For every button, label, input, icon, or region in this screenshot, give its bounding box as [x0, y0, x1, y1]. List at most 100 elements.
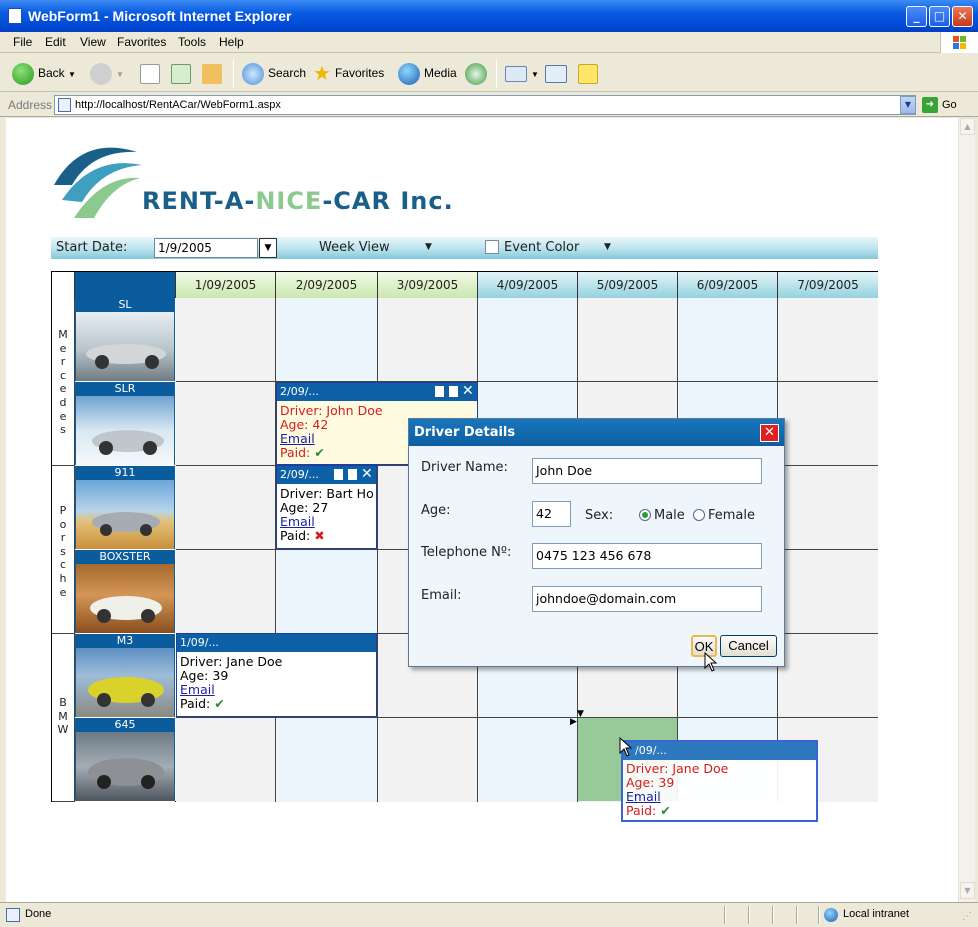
start-date-input[interactable]: 1/9/2005 — [154, 238, 258, 258]
car-name: SLR — [114, 382, 136, 395]
date-header: 7/09/2005 — [778, 272, 878, 298]
day-cell[interactable] — [276, 550, 378, 634]
media-button[interactable]: Media — [398, 61, 457, 85]
day-cell[interactable] — [378, 298, 478, 382]
windows-logo-icon — [940, 32, 978, 53]
minimize-button[interactable]: _ — [906, 6, 927, 27]
history-icon — [465, 62, 487, 85]
telephone-field[interactable]: 0475 123 456 678 — [532, 543, 762, 569]
menu-edit[interactable]: Edit — [45, 35, 66, 49]
address-input[interactable]: http://localhost/RentACar/WebForm1.aspx — [54, 95, 916, 115]
event-note-icon[interactable] — [347, 468, 358, 481]
logo-swoosh-icon — [54, 147, 142, 218]
close-button[interactable]: ✕ — [952, 6, 973, 27]
menu-favorites[interactable]: Favorites — [117, 35, 166, 49]
mail-button[interactable]: ▼ — [505, 61, 539, 85]
menu-view[interactable]: View — [80, 35, 106, 49]
day-cell[interactable] — [478, 718, 578, 802]
scroll-up-arrow-icon[interactable]: ▲ — [960, 118, 975, 135]
event-header[interactable]: 1/09/... — [177, 634, 376, 652]
event-delete-icon[interactable]: ✕ — [361, 467, 374, 481]
history-button[interactable] — [465, 61, 491, 85]
favorites-label: Favorites — [334, 66, 385, 80]
checkmark-icon: ✔ — [660, 803, 671, 818]
menu-file[interactable]: File — [13, 35, 32, 49]
event-header[interactable]: 2/09/... ✕ — [277, 466, 376, 484]
menu-help[interactable]: Help — [219, 35, 244, 49]
resize-grip-icon[interactable]: ⋰ — [962, 911, 972, 922]
checkmark-icon: ✔ — [214, 696, 225, 711]
day-cell[interactable] — [778, 550, 878, 634]
event-header: /09/... — [623, 742, 816, 760]
forward-button[interactable]: ▼ — [90, 61, 124, 85]
day-cell[interactable] — [678, 298, 778, 382]
age-field[interactable]: 42 — [532, 501, 571, 527]
day-cell[interactable] — [176, 466, 276, 550]
day-cell[interactable] — [778, 466, 878, 550]
search-button[interactable]: Search — [242, 61, 306, 85]
event-card-m3[interactable]: 1/09/... Driver: Jane Doe Age: 39 Email … — [176, 633, 377, 717]
home-button[interactable] — [202, 61, 226, 85]
scroll-down-arrow-icon[interactable]: ▼ — [960, 882, 975, 899]
car-photo-645 — [76, 732, 174, 801]
event-header[interactable]: 2/09/... ✕ — [277, 383, 477, 401]
stop-button[interactable] — [140, 61, 164, 85]
event-email-link[interactable]: Email — [180, 682, 215, 697]
car-row-645: 645 — [75, 718, 175, 802]
event-actions: ✕ — [431, 384, 475, 401]
status-divider — [818, 906, 820, 924]
dragging-event-card[interactable]: /09/... Driver: Jane Doe Age: 39 Email P… — [621, 740, 818, 822]
messenger-button[interactable] — [578, 61, 602, 85]
maximize-button[interactable]: □ — [929, 6, 950, 27]
view-mode-dropdown-icon[interactable]: ▼ — [425, 242, 432, 252]
event-color-checkbox[interactable] — [485, 240, 499, 254]
event-card-911[interactable]: 2/09/... ✕ Driver: Bart Ho Age: 27 Email… — [276, 465, 377, 549]
email-field[interactable]: johndoe@domain.com — [532, 586, 762, 612]
day-cell[interactable] — [378, 718, 478, 802]
event-note-icon[interactable] — [448, 385, 459, 398]
vertical-scrollbar[interactable]: ▲ ▼ — [958, 118, 975, 902]
day-cell[interactable] — [778, 634, 878, 718]
date-header: 3/09/2005 — [378, 272, 478, 298]
day-cell[interactable] — [276, 298, 378, 382]
driver-name-field[interactable]: John Doe — [532, 458, 762, 484]
day-cell[interactable] — [176, 718, 276, 802]
back-button[interactable]: Back ▼ — [12, 61, 76, 85]
go-button[interactable]: ➜ Go — [922, 97, 957, 113]
brand-letter: W — [57, 723, 69, 737]
day-cell[interactable] — [276, 718, 378, 802]
favorites-button[interactable]: ★ Favorites — [313, 61, 384, 85]
brand-letter: M — [58, 709, 68, 723]
brand-letter: c — [59, 558, 67, 572]
refresh-button[interactable] — [171, 61, 195, 85]
car-row-911: 911 — [75, 466, 175, 550]
event-email-link[interactable]: Email — [626, 789, 661, 804]
print-button[interactable] — [545, 61, 571, 85]
event-delete-icon[interactable]: ✕ — [462, 384, 475, 398]
favorites-star-icon: ★ — [313, 62, 331, 85]
event-edit-icon[interactable] — [333, 468, 344, 481]
female-radio[interactable] — [693, 509, 705, 521]
view-mode-select[interactable]: Week View — [319, 240, 390, 255]
cancel-button[interactable]: Cancel — [720, 635, 777, 657]
event-paid: Paid: — [280, 528, 311, 543]
day-cell[interactable] — [176, 550, 276, 634]
event-color-dropdown-icon[interactable]: ▼ — [604, 242, 611, 252]
dialog-close-icon[interactable]: ✕ — [760, 424, 779, 442]
car-row-m3: M3 — [75, 634, 175, 718]
event-email-link[interactable]: Email — [280, 514, 315, 529]
event-edit-icon[interactable] — [434, 385, 445, 398]
day-cell[interactable] — [578, 298, 678, 382]
event-email-link[interactable]: Email — [280, 431, 315, 446]
day-cell[interactable] — [778, 298, 878, 382]
day-cell[interactable] — [478, 298, 578, 382]
male-radio[interactable] — [639, 509, 651, 521]
car-row-slr: SLR — [75, 382, 175, 466]
day-cell[interactable] — [778, 382, 878, 466]
day-cell[interactable] — [176, 298, 276, 382]
start-date-dropdown-button[interactable]: ▼ — [259, 238, 277, 258]
menu-tools[interactable]: Tools — [178, 35, 206, 49]
day-cell[interactable] — [176, 382, 276, 466]
home-icon — [202, 63, 222, 84]
address-dropdown-button[interactable]: ▼ — [900, 96, 916, 114]
